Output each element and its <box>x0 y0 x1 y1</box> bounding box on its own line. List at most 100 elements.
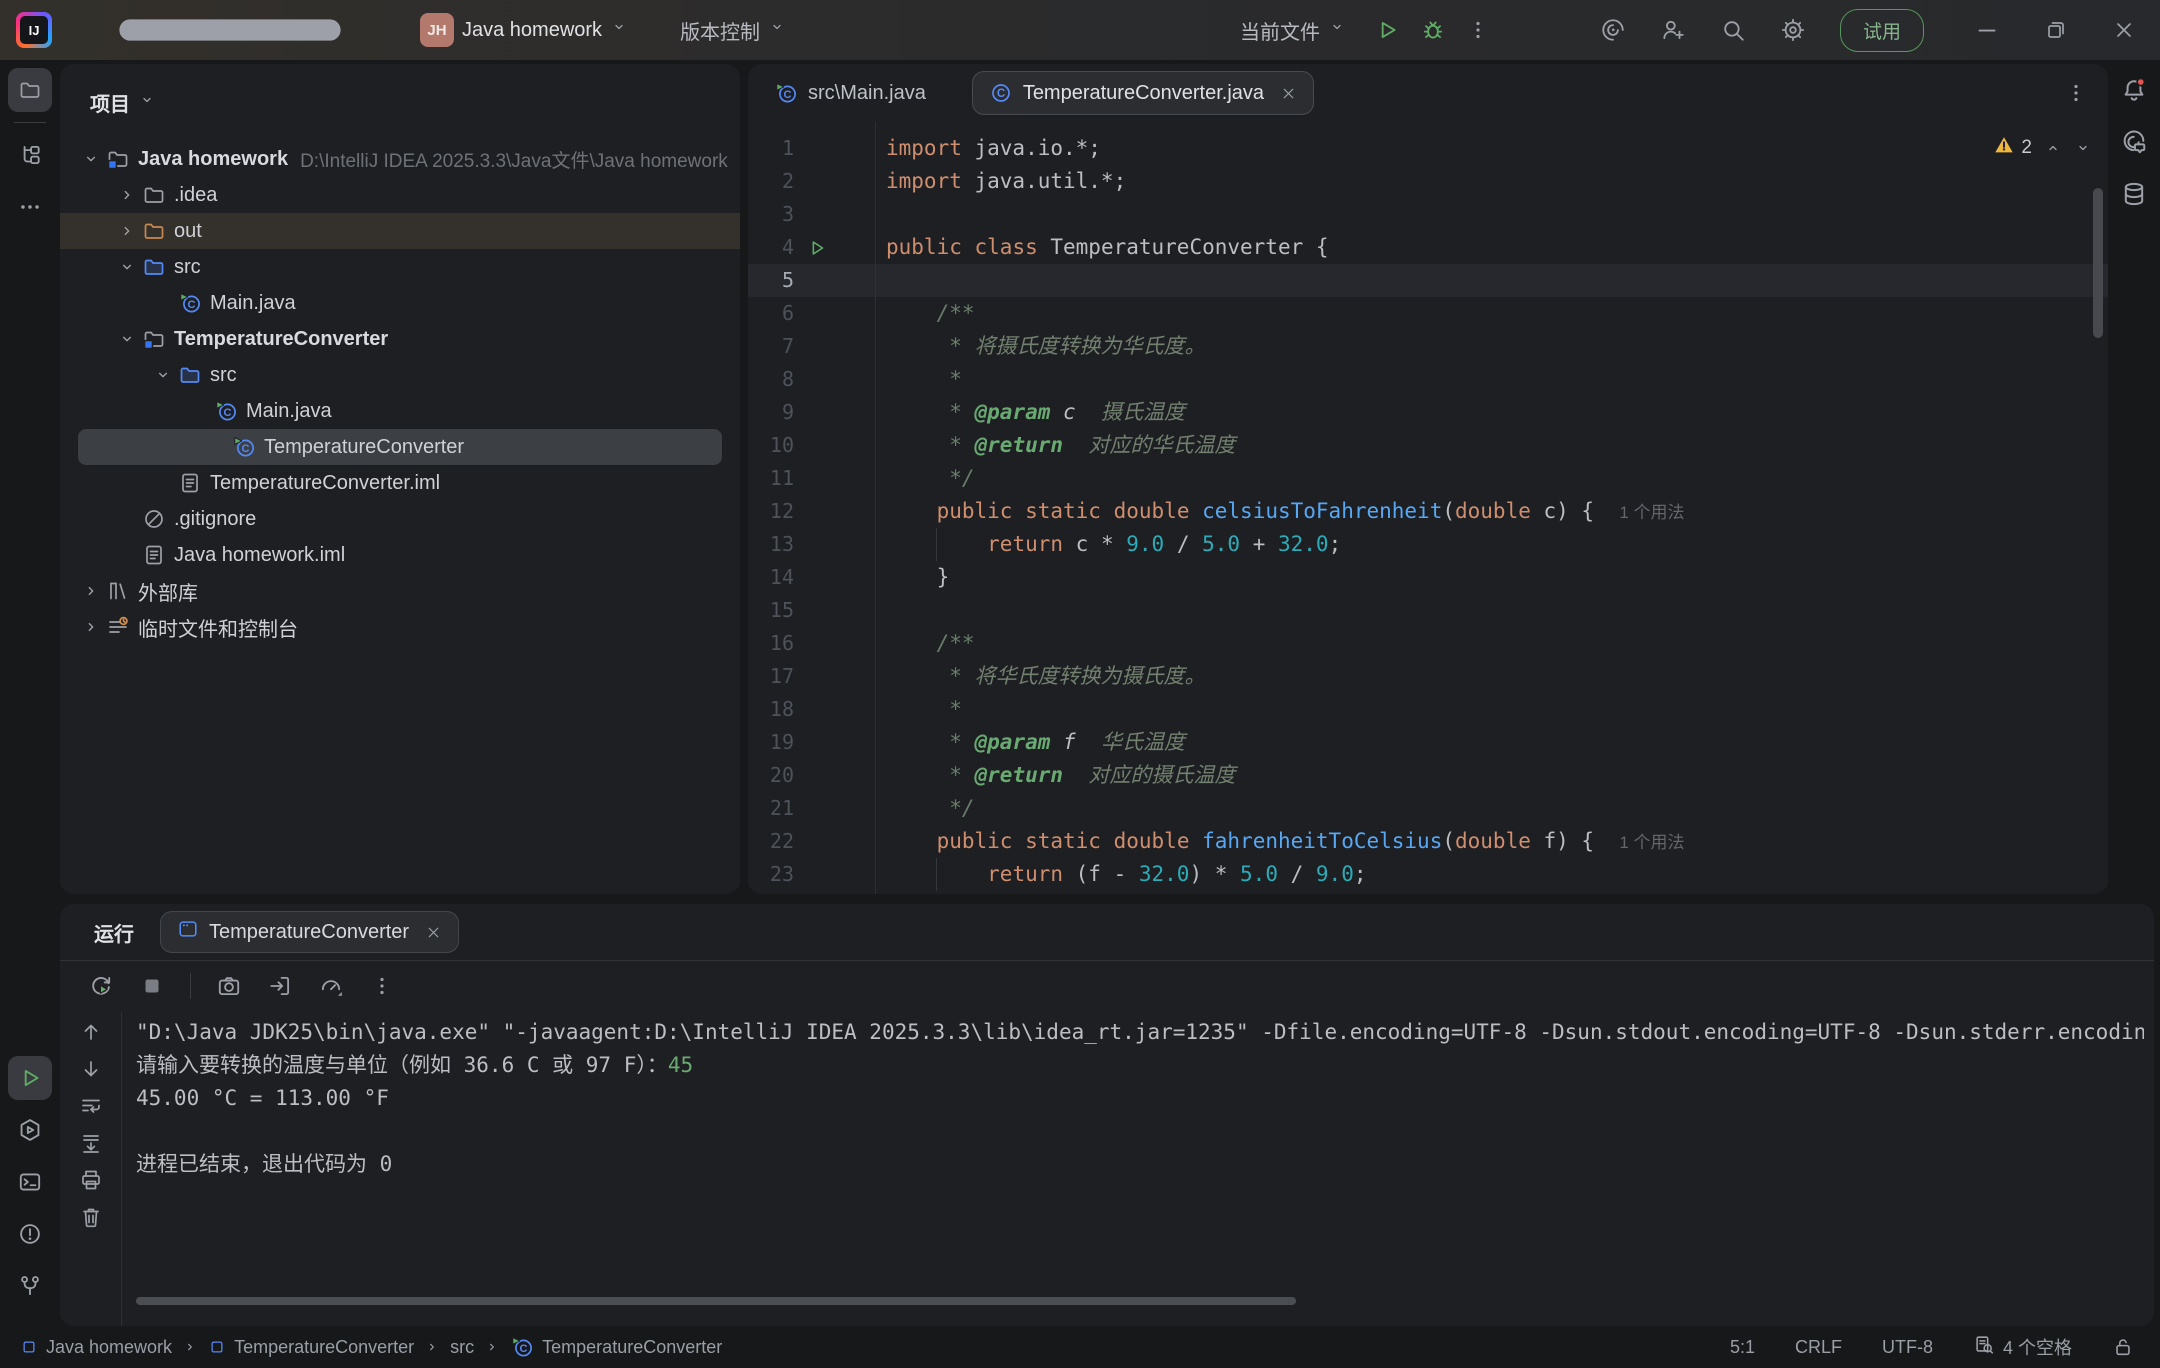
tree-item-.gitignore[interactable]: .gitignore <box>60 501 740 537</box>
code-line[interactable]: 14 } <box>748 561 2108 594</box>
tree-item--[interactable]: 临时文件和控制台 <box>60 609 740 645</box>
thread-dump-button[interactable] <box>210 967 248 1005</box>
code-line[interactable]: 22 public static double fahrenheitToCels… <box>748 825 2108 858</box>
editor-tab-options-button[interactable] <box>2064 81 2088 105</box>
tree-item--[interactable]: 外部库 <box>60 573 740 609</box>
tree-item-temperatureconverter[interactable]: CTemperatureConverter <box>78 429 722 465</box>
tree-item-src[interactable]: src <box>60 357 740 393</box>
code-line[interactable]: 20 * @return 对应的摄氏温度 <box>748 759 2108 792</box>
search-everywhere-button[interactable] <box>1720 17 1746 43</box>
scroll-up-button[interactable] <box>71 1015 111 1049</box>
chevron-right-icon[interactable] <box>76 617 106 637</box>
code-line[interactable]: 9 * @param c 摄氏温度 <box>748 396 2108 429</box>
code-line[interactable]: 23 return (f - 32.0) * 5.0 / 9.0; <box>748 858 2108 891</box>
code-line[interactable]: 2import java.util.*; <box>748 165 2108 198</box>
breadcrumb-item[interactable]: Java homework <box>20 1337 172 1358</box>
editor-tab-active[interactable]: CTemperatureConverter.java <box>972 71 1314 115</box>
code-line[interactable]: 21 */ <box>748 792 2108 825</box>
chevron-down-icon[interactable] <box>112 329 142 349</box>
tab-close-button[interactable] <box>1280 85 1297 102</box>
prev-warning-button[interactable] <box>2044 139 2062 157</box>
rerun-button[interactable] <box>82 967 120 1005</box>
line-ending-selector[interactable]: CRLF <box>1795 1337 1842 1358</box>
code-line[interactable]: 10 * @return 对应的华氏温度 <box>748 429 2108 462</box>
editor-scrollbar[interactable] <box>2093 188 2103 338</box>
scroll-to-end-button[interactable] <box>71 1126 111 1160</box>
code-line[interactable]: 8 * <box>748 363 2108 396</box>
clear-console-button[interactable] <box>71 1200 111 1234</box>
chevron-down-icon[interactable] <box>76 149 106 169</box>
code-line[interactable]: 17 * 将华氏度转换为摄氏度。 <box>748 660 2108 693</box>
trial-badge-button[interactable]: 试用 <box>1840 9 1924 52</box>
more-run-options-button[interactable] <box>1466 18 1490 42</box>
chevron-right-icon[interactable] <box>112 221 142 241</box>
soft-wrap-button[interactable] <box>71 1089 111 1123</box>
more-actions-button[interactable] <box>363 967 401 1005</box>
run-tab-close-button[interactable] <box>425 924 442 941</box>
tree-item-temperatureconverter[interactable]: TemperatureConverter <box>60 321 740 357</box>
stop-button[interactable] <box>133 967 171 1005</box>
chevron-down-icon[interactable] <box>148 365 178 385</box>
code-line[interactable]: 4public class TemperatureConverter { <box>748 231 2108 264</box>
project-widget[interactable]: JH Java homework <box>412 7 636 53</box>
breadcrumb-item[interactable]: src <box>450 1337 474 1358</box>
tool-strip-button-project[interactable] <box>8 68 52 112</box>
attach-button[interactable] <box>261 967 299 1005</box>
code-editor-area[interactable]: 1import java.io.*;2import java.util.*;34… <box>748 122 2108 894</box>
console-horizontal-scrollbar[interactable] <box>136 1297 1296 1305</box>
usage-inlay-hint[interactable]: 1 个用法 <box>1619 503 1684 522</box>
code-line[interactable]: 15 <box>748 594 2108 627</box>
run-button[interactable] <box>1374 17 1400 43</box>
indent-selector[interactable]: 4 个空格 <box>1973 1334 2072 1361</box>
tree-item-main.java[interactable]: CMain.java <box>60 285 740 321</box>
tree-item-out[interactable]: out <box>60 213 740 249</box>
encoding-selector[interactable]: UTF-8 <box>1882 1337 1933 1358</box>
tool-strip-button-ai-assistant[interactable] <box>2112 120 2156 164</box>
profiler-button[interactable] <box>312 967 350 1005</box>
code-line[interactable]: 16 /** <box>748 627 2108 660</box>
code-line[interactable]: 6 /** <box>748 297 2108 330</box>
code-line[interactable]: 7 * 将摄氏度转换为华氏度。 <box>748 330 2108 363</box>
print-button[interactable] <box>71 1163 111 1197</box>
code-line[interactable]: 1import java.io.*; <box>748 132 2108 165</box>
tool-strip-button-structure[interactable] <box>8 133 52 177</box>
tree-item-src[interactable]: src <box>60 249 740 285</box>
next-warning-button[interactable] <box>2074 139 2092 157</box>
tree-item-temperatureconverter.iml[interactable]: TemperatureConverter.iml <box>60 465 740 501</box>
tool-strip-button-run[interactable] <box>8 1056 52 1100</box>
close-button[interactable] <box>2112 18 2136 42</box>
caret-position[interactable]: 5:1 <box>1730 1337 1755 1358</box>
tree-item-java-homework.iml[interactable]: Java homework.iml <box>60 537 740 573</box>
usage-inlay-hint[interactable]: 1 个用法 <box>1619 833 1684 852</box>
editor-tab-inactive[interactable]: Csrc\Main.java <box>774 81 926 105</box>
code-line[interactable]: 5 <box>748 264 2108 297</box>
run-tab[interactable]: TemperatureConverter <box>160 911 459 953</box>
tree-item-.idea[interactable]: .idea <box>60 177 740 213</box>
inspection-widget[interactable]: 2 <box>1993 134 2092 162</box>
tool-strip-button-more-tools[interactable] <box>8 185 52 229</box>
minimize-button[interactable] <box>1974 17 2000 43</box>
scroll-down-button[interactable] <box>71 1052 111 1086</box>
code-line[interactable]: 12 public static double celsiusToFahrenh… <box>748 495 2108 528</box>
chevron-right-icon[interactable] <box>112 185 142 205</box>
debug-button[interactable] <box>1420 17 1446 43</box>
chevron-right-icon[interactable] <box>76 581 106 601</box>
restore-button[interactable] <box>2044 18 2068 42</box>
tool-strip-button-services[interactable] <box>8 1108 52 1152</box>
chevron-down-icon[interactable] <box>112 257 142 277</box>
tool-strip-button-terminal[interactable] <box>8 1160 52 1204</box>
tool-strip-button-problems[interactable] <box>8 1212 52 1256</box>
code-with-me-button[interactable] <box>1660 17 1686 43</box>
code-line[interactable]: 19 * @param f 华氏温度 <box>748 726 2108 759</box>
breadcrumb-item[interactable]: CTemperatureConverter <box>510 1335 722 1359</box>
console-output[interactable]: "D:\Java JDK25\bin\java.exe" "-javaagent… <box>136 1016 2144 1181</box>
ai-assistant-button[interactable] <box>1600 17 1626 43</box>
settings-button[interactable] <box>1780 17 1806 43</box>
vcs-widget[interactable]: 版本控制 <box>672 10 794 51</box>
tree-item-java-homework[interactable]: Java homeworkD:\IntelliJ IDEA 2025.3.3\J… <box>60 141 740 177</box>
run-line-icon[interactable] <box>794 231 840 264</box>
breadcrumb-item[interactable]: TemperatureConverter <box>208 1337 414 1358</box>
tool-strip-button-notifications[interactable] <box>2112 68 2156 112</box>
code-line[interactable]: 13 return c * 9.0 / 5.0 + 32.0; <box>748 528 2108 561</box>
tool-strip-button-database[interactable] <box>2112 172 2156 216</box>
